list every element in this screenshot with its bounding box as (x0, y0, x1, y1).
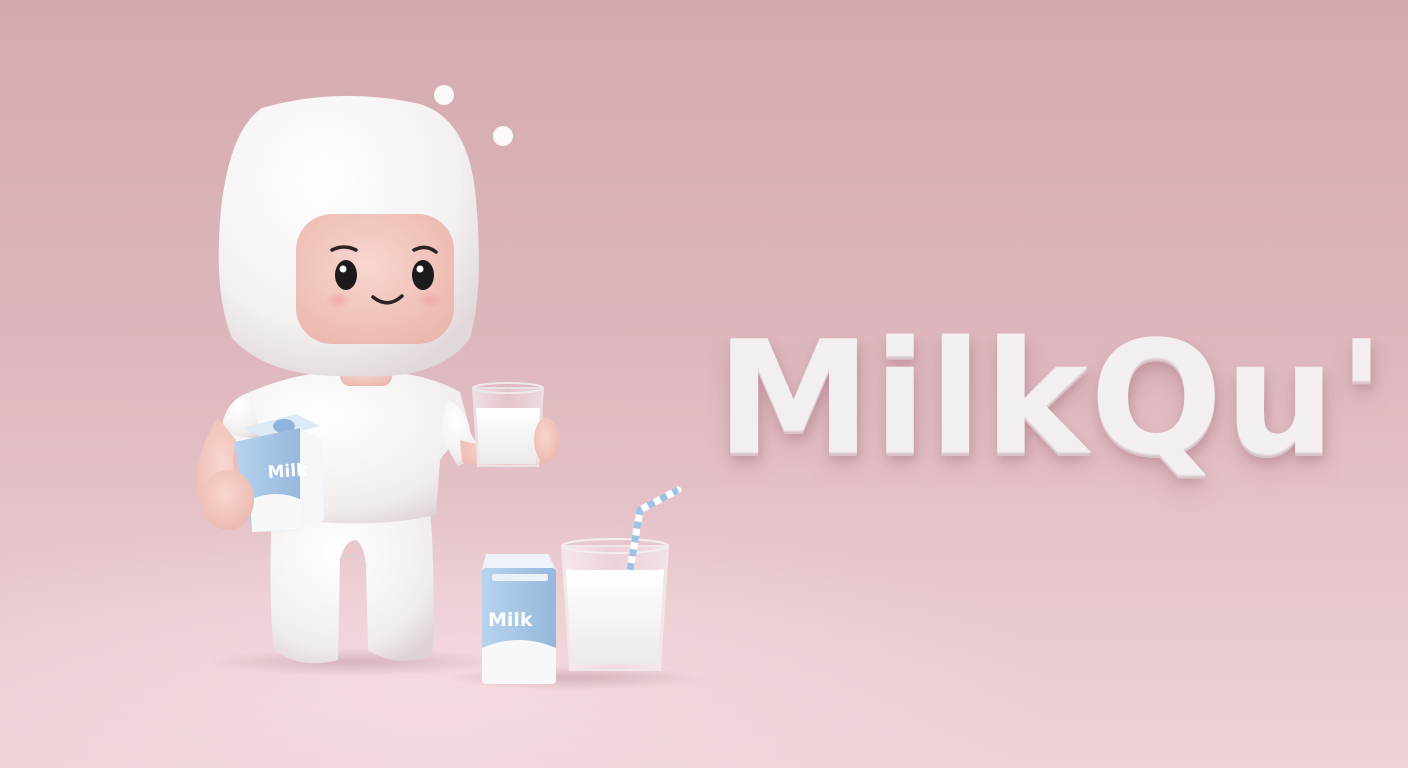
floor-milk-carton: Milk (482, 554, 556, 684)
floor-carton-label: Milk (488, 609, 533, 631)
mascot-left-hand (202, 470, 254, 530)
held-carton-label: Milk (267, 460, 309, 483)
mascot-scene: Milk Milk MilkQu' (0, 0, 1408, 768)
right-eye (412, 260, 434, 290)
mascot-shadow (205, 648, 505, 676)
brand-logo-text: MilkQu' (716, 307, 1388, 489)
carton-wave (250, 494, 302, 532)
held-glass (471, 382, 558, 467)
leg-crease (339, 554, 367, 566)
left-blush (325, 292, 351, 308)
milk-bubble (434, 85, 454, 105)
left-eye-highlight (339, 265, 347, 273)
milk-bubble (493, 126, 513, 146)
floor-carton-stripe (492, 574, 548, 581)
right-eye-highlight (416, 265, 424, 273)
mascot-fingers (534, 418, 558, 462)
right-blush (417, 292, 443, 308)
floor-carton-top (482, 554, 556, 570)
left-eye (335, 260, 357, 290)
held-glass-milk (476, 408, 540, 464)
floor-glass (560, 486, 682, 671)
floor-carton-wave (482, 640, 556, 684)
floor-glass-milk (566, 570, 664, 664)
